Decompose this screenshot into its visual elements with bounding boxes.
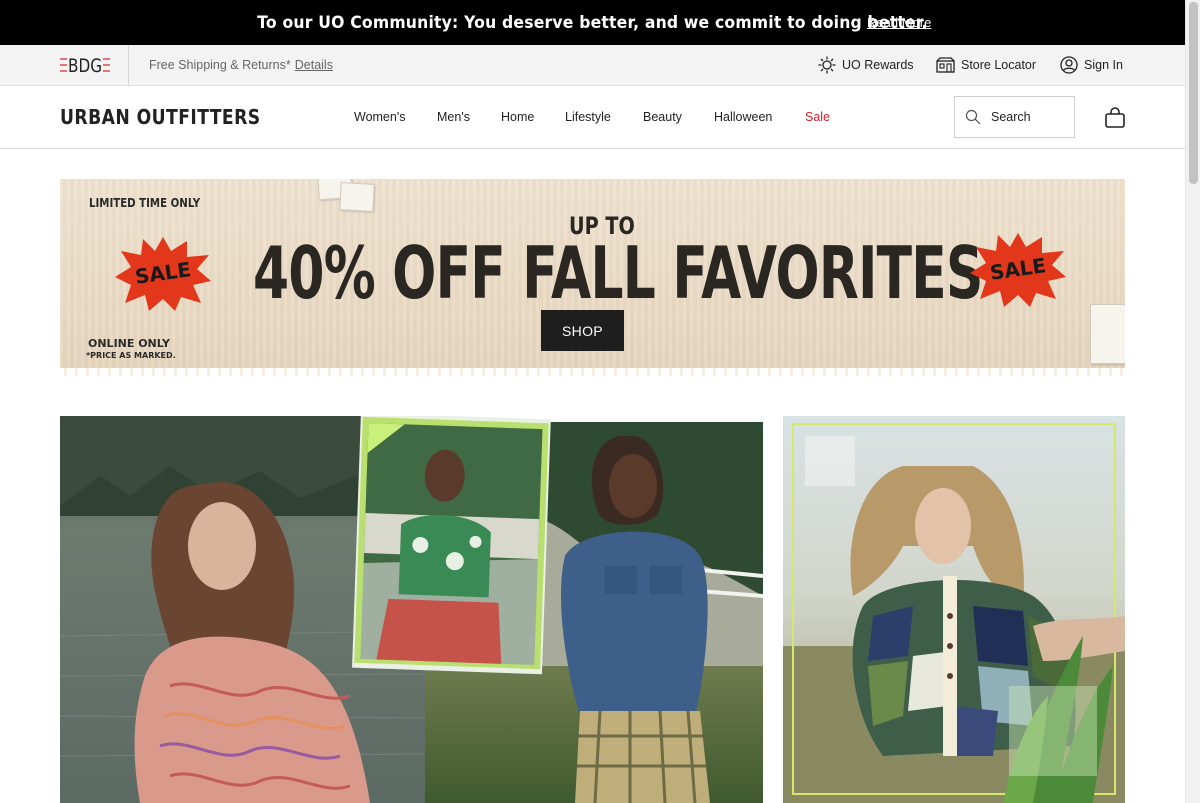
nav-lifestyle[interactable]: Lifestyle — [565, 110, 611, 124]
uo-rewards-link[interactable]: UO Rewards — [818, 55, 914, 75]
search-box[interactable] — [954, 96, 1075, 138]
sale-starburst-right: SALE — [970, 233, 1066, 307]
main-header: URBAN OUTFITTERS Women's Men's Home Life… — [0, 86, 1185, 149]
page-scrollbar[interactable] — [1185, 0, 1200, 803]
search-input[interactable] — [991, 110, 1061, 124]
shipping-text: Free Shipping & Returns* — [149, 58, 291, 72]
store-icon — [936, 57, 955, 73]
scrollbar-thumb[interactable] — [1189, 2, 1198, 184]
announcement-text: To our UO Community: You deserve better,… — [257, 12, 928, 33]
sign-in-label: Sign In — [1084, 58, 1123, 72]
shipping-message: Free Shipping & Returns* Details — [149, 58, 333, 72]
sign-in-link[interactable]: Sign In — [1060, 55, 1123, 75]
nav-beauty[interactable]: Beauty — [643, 110, 682, 124]
bdg-logo-text: BDG — [68, 55, 102, 77]
banner-headline: 40% OFF FALL FAVORITES — [253, 231, 983, 315]
limited-time-text: LIMITED TIME ONLY — [89, 196, 201, 210]
utility-divider — [128, 45, 129, 85]
bdg-logo[interactable]: BDG — [60, 53, 110, 77]
online-only-text: ONLINE ONLY — [88, 337, 171, 350]
lifestyle-image-right[interactable] — [783, 416, 1125, 803]
user-icon — [1060, 56, 1078, 74]
nav-womens[interactable]: Women's — [354, 110, 405, 124]
nav-sale[interactable]: Sale — [805, 110, 830, 124]
nav-home[interactable]: Home — [501, 110, 534, 124]
torn-paper-edge — [60, 368, 1125, 376]
read-more-link[interactable]: Read More — [867, 15, 931, 30]
shipping-details-link[interactable]: Details — [295, 58, 333, 72]
note-card-decoration — [339, 182, 375, 212]
price-note-text: *PRICE AS MARKED. — [86, 351, 176, 360]
brand-logo[interactable]: URBAN OUTFITTERS — [60, 105, 261, 129]
note-card-decoration — [1090, 304, 1125, 364]
utility-bar: BDG Free Shipping & Returns* Details UO R… — [0, 45, 1185, 86]
promo-banner[interactable]: LIMITED TIME ONLY UP TO 40% OFF FALL FAV… — [60, 179, 1125, 376]
sale-starburst-left: SALE — [115, 237, 211, 311]
announcement-bar: To our UO Community: You deserve better,… — [0, 0, 1185, 45]
nav-halloween[interactable]: Halloween — [714, 110, 772, 124]
nav-mens[interactable]: Men's — [437, 110, 470, 124]
store-locator-link[interactable]: Store Locator — [936, 55, 1036, 75]
shopping-bag-icon[interactable] — [1104, 107, 1126, 129]
uo-rewards-label: UO Rewards — [842, 58, 914, 72]
lifestyle-image-left[interactable] — [60, 416, 763, 803]
shop-button[interactable]: SHOP — [541, 310, 624, 351]
womens-fashion-photo — [60, 416, 763, 803]
store-locator-label: Store Locator — [961, 58, 1037, 72]
cardigan-fashion-photo — [783, 416, 1125, 803]
search-icon — [965, 109, 981, 125]
rewards-icon — [818, 56, 836, 74]
